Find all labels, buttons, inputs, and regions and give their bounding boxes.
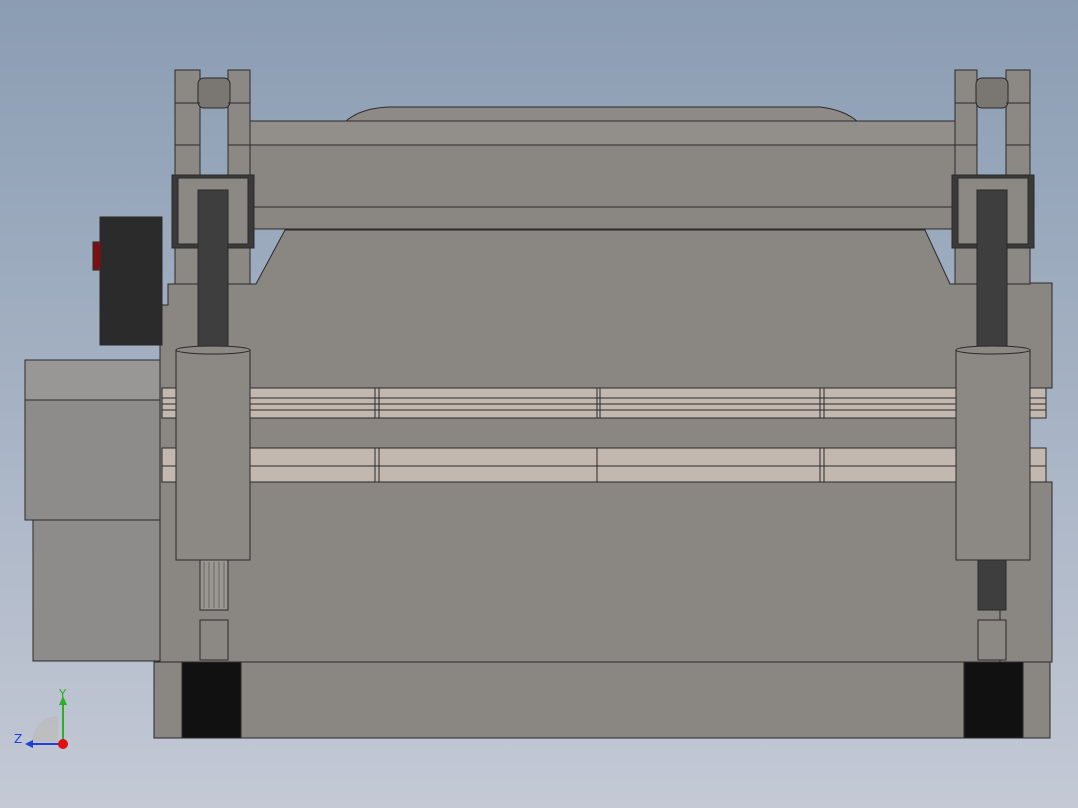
right-pivot-pin bbox=[975, 77, 1009, 109]
left-pivot-pin bbox=[197, 77, 231, 109]
top-beam bbox=[247, 120, 957, 146]
control-box-lid bbox=[24, 359, 164, 401]
left-cylinder-rod bbox=[197, 189, 229, 351]
coordinate-triad-icon: Y Z bbox=[14, 687, 68, 749]
cad-viewport[interactable]: Y Z bbox=[0, 0, 1078, 808]
right-cylinder bbox=[955, 349, 1031, 561]
top-beam-face bbox=[247, 144, 957, 208]
panel-knob bbox=[92, 241, 102, 271]
main-frame-body bbox=[159, 229, 1001, 663]
control-box-lower bbox=[32, 517, 162, 662]
triad-z-label: Z bbox=[14, 732, 22, 746]
triad-y-label: Y bbox=[58, 687, 67, 701]
upper-hood bbox=[343, 106, 860, 123]
base-plinth bbox=[153, 661, 1051, 739]
right-lower-rod bbox=[977, 559, 1007, 611]
left-cylinder bbox=[175, 349, 251, 561]
lower-die-rail bbox=[161, 447, 1047, 483]
left-foot bbox=[181, 661, 242, 739]
upper-die-rail bbox=[161, 387, 1047, 419]
press-brake-model[interactable] bbox=[0, 0, 1078, 808]
right-foot bbox=[963, 661, 1024, 739]
top-beam-bottom bbox=[247, 206, 957, 230]
right-cylinder-rod bbox=[976, 189, 1008, 351]
control-panel-box bbox=[99, 216, 163, 346]
